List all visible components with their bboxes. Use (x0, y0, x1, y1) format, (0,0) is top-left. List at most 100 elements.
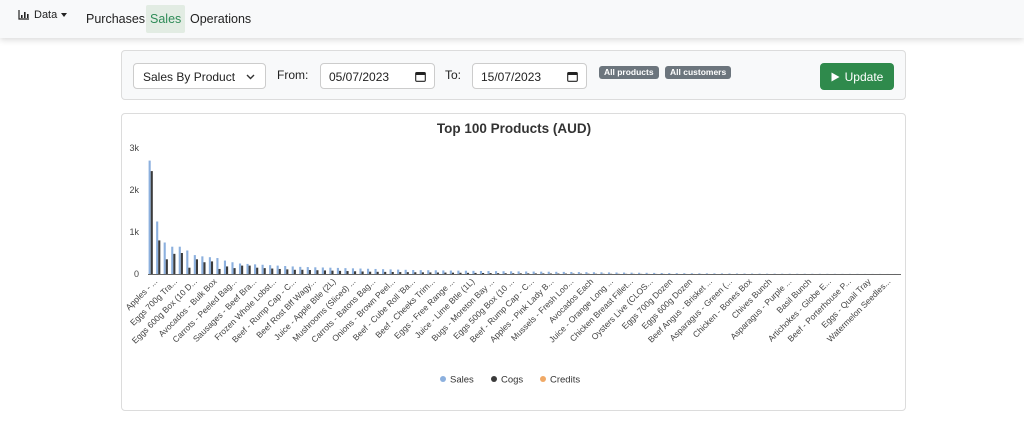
cogs-bar (534, 273, 537, 274)
sales-bar (269, 265, 272, 274)
sales-bar (457, 270, 460, 274)
cogs-bar (241, 265, 244, 274)
chart-icon (18, 10, 29, 20)
cogs-bar (474, 272, 477, 274)
sales-bar (479, 270, 483, 274)
legend-marker-sales (440, 376, 446, 382)
sales-bar (216, 258, 219, 274)
cogs-bar (165, 259, 168, 274)
sales-bar (156, 221, 159, 274)
cogs-bar (384, 271, 387, 274)
cogs-bar (436, 272, 439, 274)
sales-bar (306, 267, 309, 274)
cogs-bar (512, 273, 515, 274)
sales-bar (186, 250, 189, 274)
nav-link-purchases[interactable]: Purchases (82, 5, 149, 33)
y-tick-label: 0 (134, 269, 139, 279)
sales-bar (525, 271, 528, 274)
all-customers-badge[interactable]: All customers (665, 66, 732, 79)
update-button-label: Update (844, 69, 884, 84)
sales-bar (728, 273, 731, 274)
y-tick-label: 1k (129, 227, 139, 237)
cogs-bar (391, 271, 394, 274)
sales-bar (615, 272, 618, 274)
nav-link-sales[interactable]: Sales (146, 5, 186, 33)
sales-bar (374, 268, 377, 274)
cogs-bar (323, 270, 327, 274)
nav-link-operations[interactable]: Operations (186, 5, 255, 33)
sales-bar (487, 271, 490, 274)
top-navbar: Data Purchases Sales Operations (0, 0, 1024, 38)
sales-bar (668, 273, 671, 274)
sales-bar (600, 272, 603, 274)
y-tick-label: 2k (129, 185, 139, 195)
cogs-bar (331, 270, 334, 274)
chart-card: Top 100 Products (AUD) 0 1k 2k 3k Apples - ..… (121, 113, 906, 411)
cogs-bar (271, 268, 274, 274)
sales-bar (510, 271, 513, 274)
sales-bar (660, 272, 663, 274)
cogs-bar (308, 270, 311, 274)
cogs-bar (459, 272, 462, 274)
sales-bar (622, 272, 626, 274)
cogs-bar (346, 271, 349, 274)
cogs-bar (293, 269, 296, 274)
sales-bar (427, 270, 430, 274)
cogs-bar (482, 272, 485, 274)
sales-bar (238, 263, 242, 274)
cogs-bar (369, 271, 372, 274)
sales-bar (351, 268, 355, 274)
sales-bar (675, 273, 678, 274)
cogs-bar (188, 267, 191, 274)
sales-bar (299, 266, 302, 274)
sales-bar (404, 269, 407, 274)
sales-bar (193, 255, 196, 274)
cogs-bar (406, 272, 409, 274)
play-icon (831, 72, 840, 81)
sales-bar (713, 273, 716, 274)
sales-bar (735, 273, 739, 274)
cogs-bar (361, 271, 364, 274)
to-date-input[interactable]: 15/07/2023 (472, 63, 587, 89)
legend-marker-cogs (491, 376, 497, 382)
sales-bar (502, 271, 505, 274)
cogs-bar (226, 266, 229, 274)
cogs-bar (233, 268, 236, 274)
legend-marker-credits (540, 376, 546, 382)
cogs-bar (173, 253, 176, 274)
calendar-icon[interactable] (415, 71, 426, 82)
legend-label-sales: Sales (450, 375, 474, 386)
cogs-bar (519, 273, 522, 274)
y-tick-label: 3k (129, 143, 139, 153)
cogs-bar (158, 240, 161, 274)
sales-bar (690, 273, 693, 274)
cogs-bar (527, 273, 530, 274)
cogs-bar (497, 273, 500, 274)
sales-bar (163, 242, 166, 274)
cogs-bar (421, 272, 424, 274)
sales-bar (389, 269, 392, 274)
calendar-icon[interactable] (567, 71, 578, 82)
sales-bar (148, 160, 151, 274)
sales-bar (201, 256, 204, 274)
update-button[interactable]: Update (820, 63, 894, 90)
sales-bar (314, 267, 317, 274)
cogs-bar (210, 261, 214, 274)
sales-bar (329, 267, 332, 274)
data-menu-dropdown[interactable]: Data (18, 9, 68, 21)
sales-bar (344, 268, 347, 274)
sales-bar (223, 260, 227, 274)
from-label: From: (277, 68, 309, 82)
sales-bar (494, 271, 498, 274)
sales-bar (562, 271, 565, 274)
sales-bar (261, 264, 264, 274)
cogs-bar (180, 253, 183, 274)
data-menu-label: Data (34, 9, 58, 21)
from-date-input[interactable]: 05/07/2023 (320, 63, 435, 89)
top-products-chart: Top 100 Products (AUD)01k2k3kApples - ..… (124, 121, 901, 386)
sales-bar (653, 272, 656, 274)
all-products-badge[interactable]: All products (599, 66, 659, 79)
cogs-bar (414, 272, 417, 274)
sales-bar (434, 270, 437, 274)
report-type-select[interactable]: Sales By Product (133, 63, 266, 89)
